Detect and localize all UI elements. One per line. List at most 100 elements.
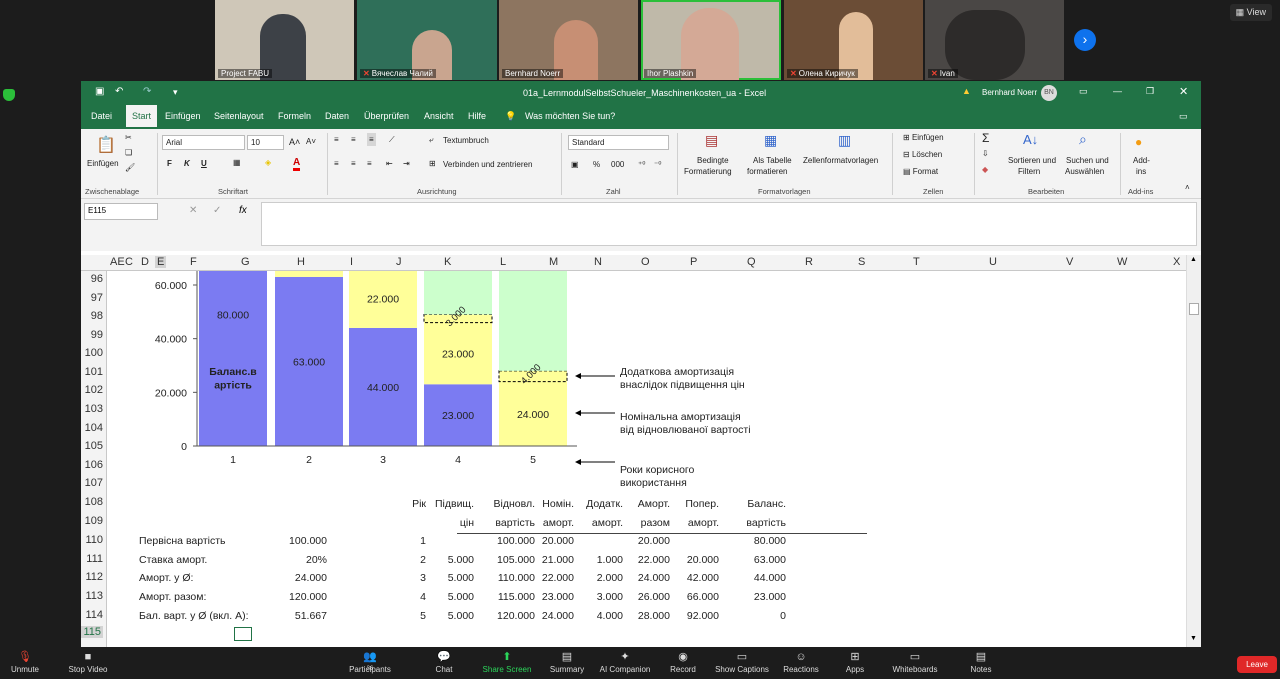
font-name-select[interactable]: Arial (162, 135, 245, 150)
decrease-decimal-icon[interactable]: ⁻⁰ (654, 160, 661, 169)
align-center-icon[interactable]: ≡ (351, 159, 356, 168)
format-as-table-icon[interactable]: ▦ (764, 132, 777, 149)
col-header[interactable]: U (989, 256, 997, 268)
row-header[interactable]: 98 (91, 310, 103, 322)
fill-color-icon[interactable]: ◈ (265, 158, 271, 167)
comments-icon[interactable]: ▭ (1179, 111, 1188, 122)
cut-icon[interactable]: ✂ (125, 133, 132, 142)
formula-input[interactable] (261, 202, 1197, 246)
tab-hilfe[interactable]: Hilfe (468, 111, 486, 121)
fill-icon[interactable]: ⇩ (982, 149, 989, 158)
find-select-label-2[interactable]: Auswählen (1065, 167, 1104, 176)
thousands-icon[interactable]: 000 (611, 160, 624, 169)
row-header[interactable]: 99 (91, 329, 103, 341)
enter-icon[interactable]: ✓ (213, 205, 221, 216)
font-size-select[interactable]: 10 (247, 135, 284, 150)
add-ins-label-1[interactable]: Add- (1133, 156, 1150, 165)
name-box[interactable]: E115 (84, 203, 158, 220)
col-header[interactable]: I (350, 256, 353, 268)
paste-button[interactable]: Einfügen (87, 159, 119, 168)
cancel-icon[interactable]: ✕ (189, 205, 197, 216)
leave-button[interactable]: Leave (1237, 656, 1277, 673)
col-header[interactable]: C (125, 256, 133, 268)
col-header[interactable]: AE (110, 256, 125, 268)
col-header[interactable]: P (690, 256, 697, 268)
col-header[interactable]: J (396, 256, 402, 268)
wrap-text-icon[interactable]: ⤶ (429, 135, 433, 145)
participant-tile[interactable]: Project FABU (215, 0, 354, 80)
conditional-format-label-1[interactable]: Bedingte (697, 156, 729, 165)
worksheet-grid[interactable]: 1 2 3 4 5 0 20.000 40.000 60.000 80.000 Баланс.в ар… (107, 271, 1186, 647)
tab-formeln[interactable]: Formeln (278, 111, 311, 121)
insert-cells-button[interactable]: ⊞ Einfügen (903, 133, 944, 142)
bold-button[interactable]: F (167, 159, 172, 168)
borders-icon[interactable]: ▦ (233, 158, 241, 167)
participants-button[interactable]: 👥36 Participants (335, 647, 405, 674)
sort-filter-icon[interactable]: A↓ (1023, 132, 1038, 147)
col-header[interactable]: K (444, 256, 451, 268)
unmute-button[interactable]: 🎙 Unmute (0, 647, 60, 674)
currency-icon[interactable]: ▣ (571, 160, 579, 169)
scroll-up-icon[interactable]: ▲ (1190, 256, 1197, 263)
col-header[interactable]: D (141, 256, 149, 268)
row-header[interactable]: 101 (85, 366, 103, 378)
col-header[interactable]: G (241, 256, 250, 268)
col-header[interactable]: V (1066, 256, 1073, 268)
font-color-icon[interactable]: A (293, 157, 301, 171)
security-shield-icon[interactable] (3, 89, 15, 101)
row-header[interactable]: 108 (85, 496, 103, 508)
row-header[interactable]: 110 (85, 534, 103, 546)
copy-icon[interactable]: ❏ (125, 148, 132, 157)
tab-ueberpruefen[interactable]: Überprüfen (364, 111, 409, 121)
increase-decimal-icon[interactable]: ⁺⁰ (638, 160, 645, 169)
conditional-format-label-2[interactable]: Formatierung (684, 167, 732, 176)
conditional-format-icon[interactable]: ▤ (705, 132, 718, 149)
tab-seitenlayout[interactable]: Seitenlayout (214, 111, 264, 121)
format-as-table-label-1[interactable]: Als Tabelle (753, 156, 792, 165)
paste-icon[interactable]: 📋 (96, 135, 116, 155)
row-header[interactable]: 97 (91, 292, 103, 304)
find-select-label-1[interactable]: Suchen und (1066, 156, 1109, 165)
merge-icon[interactable]: ⊞ (429, 159, 436, 168)
col-header[interactable]: S (858, 256, 865, 268)
tab-daten[interactable]: Daten (325, 111, 349, 121)
view-button[interactable]: ▦ View (1229, 4, 1272, 21)
user-avatar[interactable]: BN (1041, 85, 1057, 101)
sort-filter-label-1[interactable]: Sortieren und (1008, 156, 1056, 165)
percent-icon[interactable]: % (593, 160, 600, 169)
row-header[interactable]: 100 (85, 347, 103, 359)
participant-tile[interactable]: Bernhard Noerr (499, 0, 638, 80)
cell-styles-button[interactable]: Zellenformatvorlagen (803, 156, 878, 165)
tab-start[interactable]: Start (126, 105, 158, 129)
clear-icon[interactable]: ◆ (982, 165, 988, 174)
row-header[interactable]: 109 (85, 515, 103, 527)
row-header[interactable]: 111 (86, 553, 103, 565)
increase-font-icon[interactable]: A˄ (289, 137, 300, 147)
row-header-selected[interactable]: 115 (81, 626, 103, 638)
tab-datei[interactable]: Datei (91, 111, 112, 121)
add-ins-label-2[interactable]: ins (1136, 167, 1146, 176)
whiteboards-button[interactable]: ▭ Whiteboards (880, 647, 950, 674)
col-header[interactable]: F (190, 256, 197, 268)
row-header[interactable]: 106 (85, 459, 103, 471)
orientation-icon[interactable]: ⟋ (389, 135, 395, 145)
tab-einfuegen[interactable]: Einfügen (165, 111, 201, 121)
chat-button[interactable]: 💬 Chat (409, 647, 479, 674)
format-painter-icon[interactable]: 🖌 (125, 163, 135, 172)
underline-button[interactable]: U (201, 159, 207, 168)
col-header-selected[interactable]: E (155, 256, 167, 268)
save-icon[interactable]: ▣ (95, 86, 104, 97)
find-select-icon[interactable]: ⌕ (1079, 131, 1087, 148)
sort-filter-label-2[interactable]: Filtern (1018, 167, 1040, 176)
redo-icon[interactable]: ↷ (143, 86, 151, 97)
next-page-arrow-icon[interactable]: › (1074, 29, 1096, 51)
format-as-table-label-2[interactable]: formatieren (747, 167, 787, 176)
col-header[interactable]: N (594, 256, 602, 268)
scroll-thumb[interactable] (1189, 303, 1199, 315)
col-header[interactable]: L (500, 256, 506, 268)
col-header[interactable]: R (805, 256, 813, 268)
col-header[interactable]: H (297, 256, 305, 268)
format-cells-button[interactable]: ▤ Format (903, 167, 938, 176)
merge-center-button[interactable]: Verbinden und zentrieren (443, 160, 532, 169)
decrease-indent-icon[interactable]: ⇤ (386, 159, 393, 168)
